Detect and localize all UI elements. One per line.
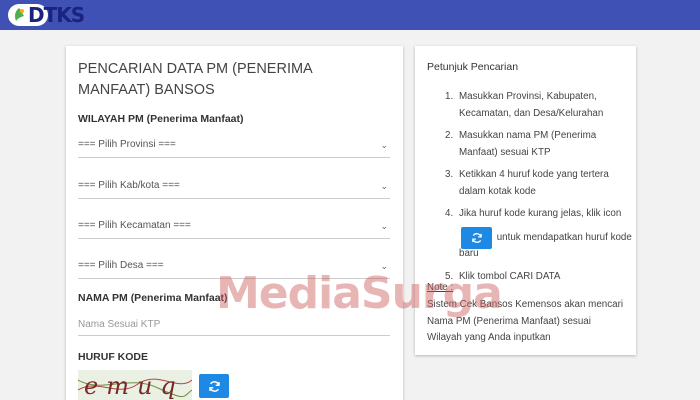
- kabkota-select-value: === Pilih Kab/kota ===: [78, 180, 180, 191]
- inline-refresh-button: [461, 226, 492, 249]
- step-number: 1.: [445, 91, 454, 102]
- chevron-down-icon: ⌄: [380, 181, 388, 191]
- kecamatan-select-value: === Pilih Kecamatan ===: [78, 220, 191, 231]
- huruf-kode-label: HURUF KODE: [78, 351, 148, 363]
- refresh-icon: [208, 380, 220, 392]
- kabkota-select[interactable]: === Pilih Kab/kota === ⌄: [78, 173, 390, 199]
- guide-step: 1. Masukkan Provinsi, Kabupaten, Kecamata…: [445, 89, 633, 122]
- step-number: 2.: [445, 130, 454, 141]
- nama-pm-label: NAMA PM (Penerima Manfaat): [78, 292, 228, 304]
- guide-step: 4. Jika huruf kode kurang jelas, klik ico…: [445, 206, 633, 263]
- guide-step: 3. Ketikkan 4 huruf kode yang tertera dal…: [445, 167, 633, 200]
- dtks-logo[interactable]: DTKS: [8, 3, 85, 27]
- kecamatan-select[interactable]: === Pilih Kecamatan === ⌄: [78, 213, 390, 239]
- captcha-text: emuq: [84, 372, 184, 400]
- chevron-down-icon: ⌄: [380, 221, 388, 231]
- captcha-image: emuq: [78, 370, 192, 400]
- guide-title: Petunjuk Pencarian: [427, 61, 519, 73]
- step-text: Ketikkan 4 huruf kode yang tertera dalam…: [459, 169, 609, 197]
- watermark-logo: MediaSurga: [216, 268, 503, 319]
- step-text: Masukkan nama PM (Penerima Manfaat) sesu…: [459, 130, 597, 158]
- search-form-card: PENCARIAN DATA PM (PENERIMA MANFAAT) BAN…: [66, 46, 403, 400]
- provinsi-select-value: === Pilih Provinsi ===: [78, 139, 176, 150]
- desa-select-value: === Pilih Desa ===: [78, 260, 164, 271]
- step-number: 4.: [445, 208, 454, 219]
- top-navbar: DTKS: [0, 0, 700, 30]
- step-text: Masukkan Provinsi, Kabupaten, Kecamatan,…: [459, 91, 604, 119]
- guide-steps: 1. Masukkan Provinsi, Kabupaten, Kecamata…: [445, 89, 633, 291]
- captcha-refresh-button[interactable]: [199, 374, 229, 398]
- provinsi-select[interactable]: === Pilih Provinsi === ⌄: [78, 132, 390, 158]
- wilayah-label: WILAYAH PM (Penerima Manfaat): [78, 113, 244, 125]
- page-title: PENCARIAN DATA PM (PENERIMA MANFAAT) BAN…: [78, 61, 312, 98]
- chevron-down-icon: ⌄: [380, 140, 388, 150]
- guide-step: 2. Masukkan nama PM (Penerima Manfaat) se…: [445, 128, 633, 161]
- refresh-icon: [471, 232, 482, 243]
- step-number: 3.: [445, 169, 454, 180]
- step-text: Jika huruf kode kurang jelas, klik icon: [459, 208, 622, 219]
- logo-text: DTKS: [28, 3, 85, 27]
